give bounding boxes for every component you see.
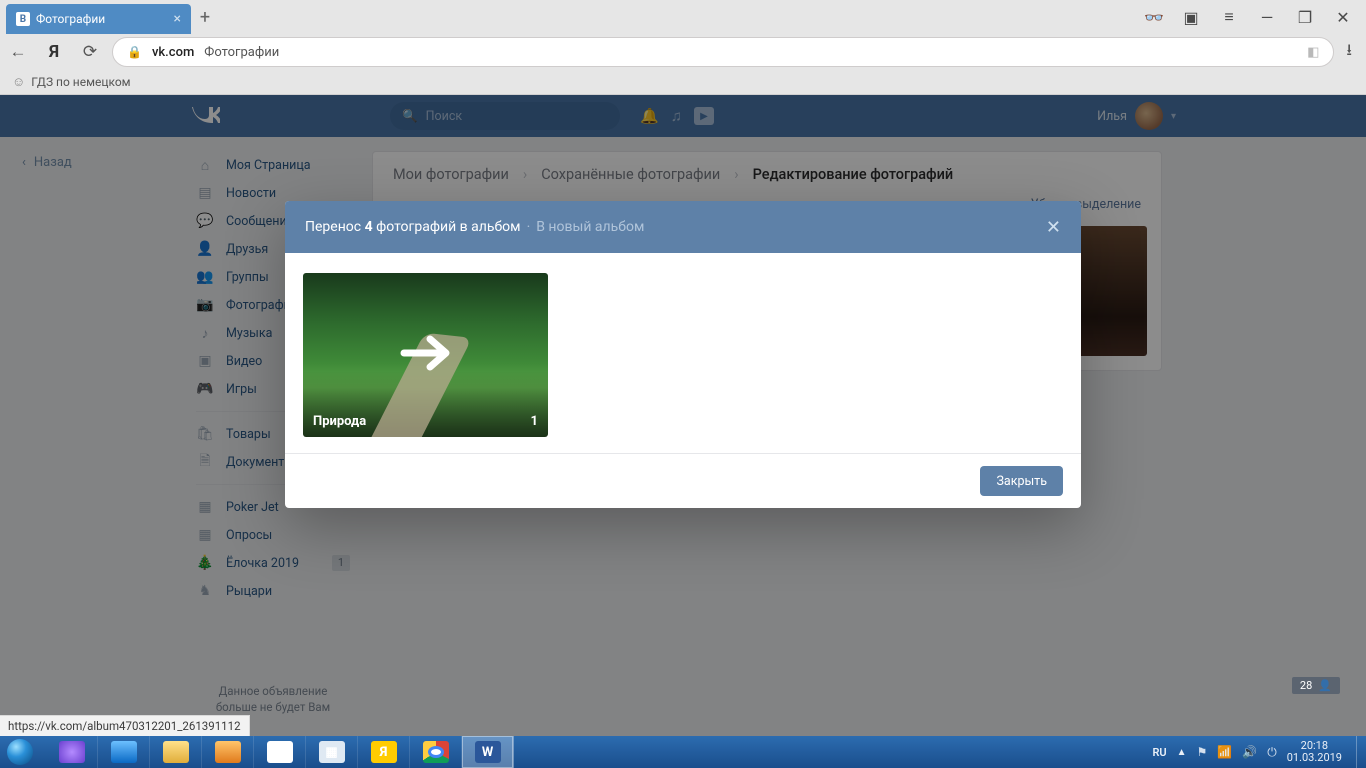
album-card[interactable]: Природа 1 (303, 273, 548, 437)
address-host: vk.com (152, 45, 194, 60)
modal-close-button[interactable]: Закрыть (980, 466, 1063, 496)
taskbar-media[interactable] (202, 736, 254, 768)
windows-orb-icon (7, 739, 33, 765)
calculator-icon: ▦ (319, 741, 345, 763)
person-icon: 👤 (1318, 679, 1332, 692)
incognito-icon[interactable]: 👓 (1144, 8, 1162, 27)
maximize-icon[interactable]: ❐ (1296, 8, 1314, 27)
chip-count: 28 (1300, 679, 1312, 692)
bookmark-link[interactable]: ☺ ГДЗ по немецком (12, 74, 131, 90)
arrow-right-icon (398, 333, 454, 373)
modal-backdrop[interactable]: Перенос 4 фотографий в альбом · В новый … (0, 95, 1366, 736)
modal-header: Перенос 4 фотографий в альбом · В новый … (285, 201, 1081, 253)
minimize-icon[interactable]: — (1258, 8, 1276, 27)
taskbar-yandex-browser[interactable]: Y (254, 736, 306, 768)
taskbar-yandex[interactable]: Я (358, 736, 410, 768)
taskbar-pins: Y ▦ Я W (46, 736, 514, 768)
modal-new-album-link[interactable]: В новый альбом (536, 219, 644, 235)
tray-clock[interactable]: 20:18 01.03.2019 (1287, 740, 1342, 764)
taskbar-explorer[interactable] (150, 736, 202, 768)
show-desktop-button[interactable] (1356, 736, 1366, 768)
chrome-icon (423, 741, 449, 763)
word-icon: W (475, 741, 501, 763)
album-count: 1 (531, 414, 538, 429)
start-button[interactable] (0, 736, 40, 768)
yandex-browser-icon: Y (267, 741, 293, 763)
new-tab-button[interactable]: + (191, 7, 219, 28)
assistant-orb-icon (59, 741, 85, 763)
tab-title: Фотографии (36, 12, 174, 26)
close-window-icon[interactable]: ✕ (1334, 8, 1352, 27)
taskbar-ie[interactable] (98, 736, 150, 768)
modal-body: Природа 1 (285, 253, 1081, 453)
modal-close-icon[interactable]: ✕ (1046, 217, 1061, 238)
status-bar-url: https://vk.com/album470312201_261391112 (0, 715, 250, 736)
taskbar-cortana[interactable] (46, 736, 98, 768)
folder-icon (163, 741, 189, 763)
selected-count-chip[interactable]: 28 👤 (1292, 677, 1340, 694)
vk-page: 🔍 Поиск 🔔 ♫ ▶ Илья ▾ ‹ Назад ⌂Моя Страни… (0, 95, 1366, 736)
taskbar-word[interactable]: W (462, 736, 514, 768)
yandex-icon: Я (371, 741, 397, 763)
address-row: ← Я ⟳ 🔒 vk.com Фотографии ◧ ⭳ (0, 34, 1366, 70)
download-icon[interactable]: ⭳ (1346, 39, 1352, 66)
browser-tab-active[interactable]: B Фотографии × (6, 4, 191, 34)
move-photos-modal: Перенос 4 фотографий в альбом · В новый … (285, 201, 1081, 508)
bookmark-text: ГДЗ по немецком (31, 75, 130, 89)
address-bar[interactable]: 🔒 vk.com Фотографии ◧ (112, 37, 1334, 67)
tray-network-icon[interactable]: 📶 (1217, 745, 1232, 759)
taskbar-calc[interactable]: ▦ (306, 736, 358, 768)
vk-favicon-icon: B (16, 12, 30, 26)
tray-language[interactable]: RU (1152, 746, 1166, 759)
address-pagetitle: Фотографии (204, 45, 279, 60)
windows-taskbar: Y ▦ Я W RU ▲ ⚑ 📶 🔊 ⏻ 20:18 01.03.2019 (0, 736, 1366, 768)
bookmarks-bar: ☺ ГДЗ по немецком (0, 70, 1366, 95)
tableau-icon[interactable]: ▣ (1182, 8, 1200, 27)
tab-strip: B Фотографии × + 👓 ▣ ≡ — ❐ ✕ (0, 0, 1366, 34)
bookmark-icon[interactable]: ◧ (1307, 45, 1319, 60)
tray-date: 01.03.2019 (1287, 752, 1342, 764)
tab-close-icon[interactable]: × (174, 11, 181, 27)
lock-icon: 🔒 (127, 45, 142, 59)
smile-icon: ☺ (12, 74, 25, 90)
tray-volume-icon[interactable]: 🔊 (1242, 745, 1257, 759)
modal-footer: Закрыть (285, 453, 1081, 508)
system-tray: RU ▲ ⚑ 📶 🔊 ⏻ 20:18 01.03.2019 (1152, 740, 1350, 764)
album-name: Природа (313, 414, 366, 429)
tray-flag-icon[interactable]: ⚑ (1197, 745, 1208, 759)
tray-overflow-icon[interactable]: ▲ (1177, 747, 1187, 758)
modal-title: Перенос 4 фотографий в альбом (305, 219, 521, 235)
ie-icon (111, 741, 137, 763)
window-controls: 👓 ▣ ≡ — ❐ ✕ (1144, 7, 1366, 27)
menu-icon[interactable]: ≡ (1220, 7, 1238, 27)
media-player-icon (215, 741, 241, 763)
taskbar-chrome[interactable] (410, 736, 462, 768)
reload-icon[interactable]: ⟳ (80, 42, 100, 62)
tray-power-icon[interactable]: ⏻ (1267, 745, 1277, 760)
modal-separator: · (527, 219, 531, 235)
yandex-letter-icon[interactable]: Я (44, 42, 64, 62)
browser-chrome: B Фотографии × + 👓 ▣ ≡ — ❐ ✕ ← Я ⟳ 🔒 vk.… (0, 0, 1366, 95)
back-icon[interactable]: ← (8, 42, 28, 62)
